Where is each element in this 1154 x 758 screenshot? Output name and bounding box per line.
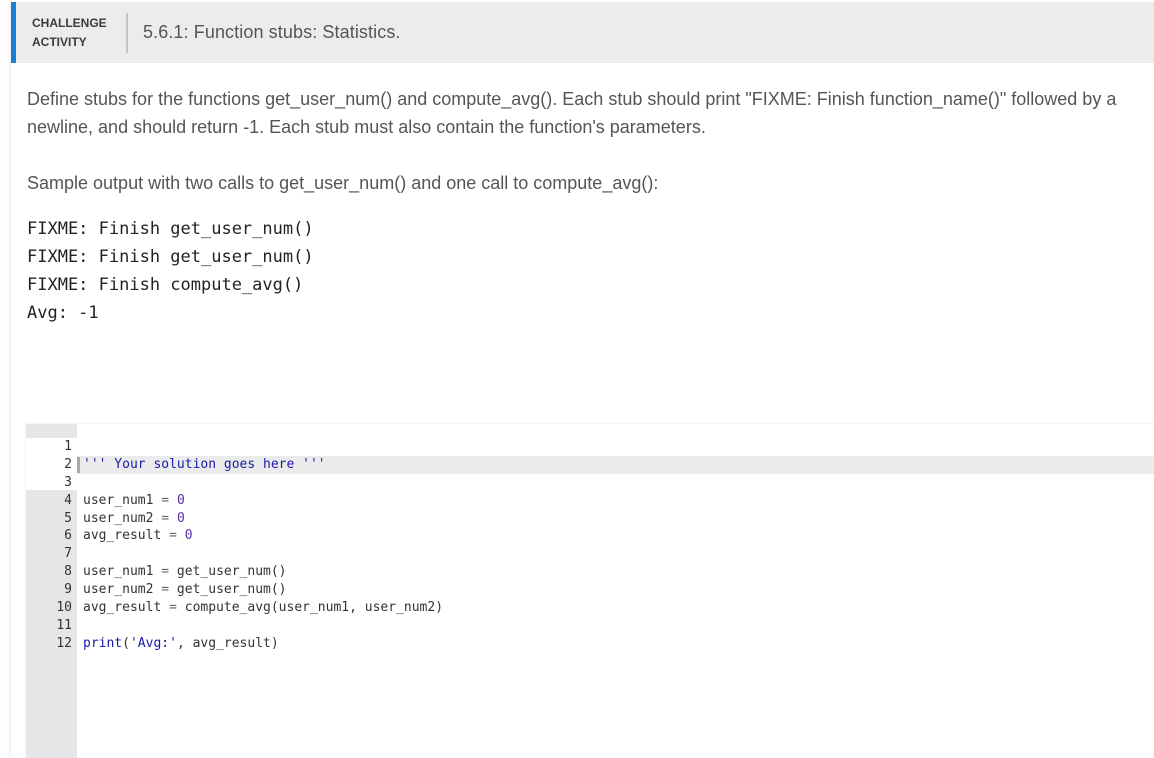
- code-line[interactable]: 7: [26, 545, 1154, 563]
- code-line-text[interactable]: [77, 545, 1154, 563]
- text-cursor: [77, 456, 80, 473]
- code-line-text[interactable]: [77, 438, 1154, 456]
- line-number: 4: [64, 492, 72, 508]
- code-line[interactable]: 6 avg_result = 0: [26, 527, 1154, 545]
- code-line[interactable]: 3: [26, 474, 1154, 492]
- code-line[interactable]: 1: [26, 438, 1154, 456]
- code-line[interactable]: 4 user_num1 = 0: [26, 492, 1154, 510]
- activity-kind-line1: CHALLENGE: [32, 15, 107, 30]
- line-number: 5: [64, 510, 72, 526]
- code-line[interactable]: 2 ''' Your solution goes here ''': [26, 455, 1154, 474]
- line-number: 1: [64, 439, 72, 454]
- code-line[interactable]: 11: [26, 617, 1154, 635]
- code-line[interactable]: 9 user_num2 = get_user_num(): [26, 581, 1154, 599]
- sample-output-block: FIXME: Finish get_user_num() FIXME: Fini…: [27, 215, 314, 327]
- line-number: 2: [64, 456, 72, 472]
- code-line-text[interactable]: user_num2 = get_user_num(): [77, 581, 1154, 599]
- code-editor[interactable]: 1 2 ''' Your solution goes here ''' 3 4 use…: [26, 424, 1154, 758]
- code-line-text[interactable]: avg_result = 0: [77, 527, 1154, 545]
- line-number: 3: [64, 474, 72, 490]
- code-line[interactable]: 5 user_num2 = 0: [26, 510, 1154, 528]
- line-number: 12: [56, 635, 72, 651]
- code-line[interactable]: 12 print('Avg:', avg_result): [26, 635, 1154, 653]
- instructions-text: Define stubs for the functions get_user_…: [27, 89, 1117, 137]
- code-line-text[interactable]: user_num1 = 0: [77, 492, 1154, 510]
- code-line-text[interactable]: ''' Your solution goes here ''': [77, 455, 1154, 474]
- code-line-text[interactable]: [77, 617, 1154, 635]
- code-line-text[interactable]: avg_result = compute_avg(user_num1, user…: [77, 599, 1154, 617]
- code-area[interactable]: 1 2 ''' Your solution goes here ''' 3 4 use…: [26, 438, 1154, 653]
- code-line-text[interactable]: [77, 474, 1154, 492]
- code-line[interactable]: 10 avg_result = compute_avg(user_num1, us…: [26, 599, 1154, 617]
- line-number: 11: [56, 617, 72, 633]
- code-line-text[interactable]: user_num2 = 0: [77, 510, 1154, 528]
- sample-output-line: Avg: -1: [27, 303, 99, 323]
- challenge-activity-page: CHALLENGE ACTIVITY 5.6.1: Function stubs…: [11, 0, 1154, 758]
- code-line-text[interactable]: user_num1 = get_user_num(): [77, 563, 1154, 581]
- code-line[interactable]: 8 user_num1 = get_user_num(): [26, 563, 1154, 581]
- activity-kind-line2: ACTIVITY: [32, 34, 87, 49]
- line-number: 9: [64, 582, 72, 598]
- line-number: 7: [64, 546, 72, 562]
- sample-output-line: FIXME: Finish compute_avg(): [27, 275, 304, 295]
- activity-title: 5.6.1: Function stubs: Statistics.: [143, 22, 401, 42]
- line-number: 10: [56, 600, 72, 616]
- activity-kind-label: CHALLENGE ACTIVITY: [32, 14, 118, 52]
- line-number: 6: [64, 528, 72, 544]
- sample-output-line: FIXME: Finish get_user_num(): [27, 219, 314, 239]
- sample-output-intro: Sample output with two calls to get_user…: [27, 173, 659, 193]
- header-accent-bar: [11, 2, 16, 63]
- activity-header: CHALLENGE ACTIVITY 5.6.1: Function stubs…: [11, 2, 1154, 63]
- sample-output-line: FIXME: Finish get_user_num(): [27, 247, 314, 267]
- line-number: 8: [64, 564, 72, 580]
- header-divider: [126, 12, 128, 53]
- code-line-text[interactable]: print('Avg:', avg_result): [77, 635, 1154, 653]
